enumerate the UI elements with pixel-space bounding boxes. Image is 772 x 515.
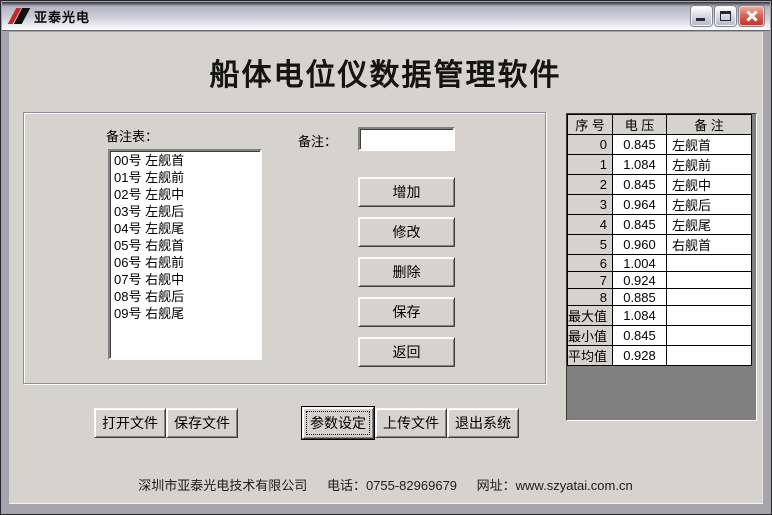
list-item[interactable]: 07号 右舰中 (112, 271, 258, 288)
grid-cell-remark: 左舰中 (667, 175, 752, 195)
grid-cell-index: 最大值 (568, 306, 613, 326)
page-title: 船体电位仪数据管理软件 (9, 50, 762, 94)
grid-cell-remark (667, 346, 752, 366)
list-item[interactable]: 08号 右舰后 (112, 288, 258, 305)
remark-input-label: 备注： (298, 131, 337, 150)
grid-cell-index: 5 (568, 235, 613, 255)
grid-cell-voltage: 0.845 (613, 215, 667, 235)
param-set-button-frame: 参数设定 (301, 406, 375, 440)
grid-row: 5 0.960 右舰首 (568, 235, 752, 255)
remark-input[interactable] (358, 127, 455, 151)
grid-row: 6 1.004 (568, 255, 752, 272)
data-grid-region: 序 号 电 压 备 注 0 0.845 左舰首 1 1.084 左舰前 2 0.… (566, 113, 757, 421)
list-item[interactable]: 01号 左舰前 (112, 169, 258, 186)
param-set-label: 参数设定 (310, 413, 366, 433)
app-window: 亚泰光电 船体电位仪数据管理软件 备注表： 00号 左舰首 01号 左舰前 02… (0, 0, 772, 515)
maximize-button[interactable] (715, 6, 736, 26)
list-item[interactable]: 04号 左舰尾 (112, 220, 258, 237)
titlebar-buttons (691, 6, 764, 26)
grid-cell-index: 6 (568, 255, 613, 272)
grid-row: 1 1.084 左舰前 (568, 155, 752, 175)
grid-cell-remark (667, 272, 752, 289)
column-header-index: 序 号 (568, 115, 613, 135)
grid-cell-voltage: 1.084 (613, 306, 667, 326)
grid-row: 7 0.924 (568, 272, 752, 289)
grid-cell-voltage: 0.885 (613, 289, 667, 306)
list-item[interactable]: 09号 右舰尾 (112, 305, 258, 322)
grid-header-row: 序 号 电 压 备 注 (568, 115, 752, 135)
grid-cell-index: 1 (568, 155, 613, 175)
upload-file-button[interactable]: 上传文件 (375, 408, 447, 438)
modify-button[interactable]: 修改 (358, 217, 455, 247)
delete-button[interactable]: 删除 (358, 257, 455, 287)
footer-company: 深圳市亚泰光电技术有限公司 (138, 478, 307, 493)
grid-cell-remark: 左舰首 (667, 135, 752, 155)
titlebar[interactable]: 亚泰光电 (2, 2, 770, 31)
grid-row-avg: 平均值 0.928 (568, 346, 752, 366)
list-item[interactable]: 02号 左舰中 (112, 186, 258, 203)
grid-cell-voltage: 1.084 (613, 155, 667, 175)
list-item[interactable]: 03号 左舰后 (112, 203, 258, 220)
param-set-button[interactable]: 参数设定 (302, 407, 374, 439)
grid-cell-index: 平均值 (568, 346, 613, 366)
grid-cell-voltage: 0.845 (613, 326, 667, 346)
window-title: 亚泰光电 (34, 7, 90, 26)
remark-listbox[interactable]: 00号 左舰首 01号 左舰前 02号 左舰中 03号 左舰后 04号 左舰尾 … (108, 149, 262, 360)
grid-cell-index: 7 (568, 272, 613, 289)
grid-cell-index: 4 (568, 215, 613, 235)
minimize-icon (696, 18, 705, 21)
grid-row: 2 0.845 左舰中 (568, 175, 752, 195)
footer: 深圳市亚泰光电技术有限公司 电话：0755-82969679 网址：www.sz… (9, 475, 762, 494)
list-item[interactable]: 05号 右舰首 (112, 237, 258, 254)
save-file-button[interactable]: 保存文件 (166, 408, 238, 438)
content-area: 船体电位仪数据管理软件 备注表： 00号 左舰首 01号 左舰前 02号 左舰中… (9, 32, 763, 504)
grid-cell-voltage: 0.964 (613, 195, 667, 215)
grid-cell-index: 8 (568, 289, 613, 306)
grid-cell-remark: 左舰前 (667, 155, 752, 175)
footer-website: 网址：www.szyatai.com.cn (477, 478, 633, 493)
grid-cell-index: 最小值 (568, 326, 613, 346)
grid-row: 0 0.845 左舰首 (568, 135, 752, 155)
list-item[interactable]: 06号 右舰前 (112, 254, 258, 271)
maximize-icon (720, 11, 731, 21)
remark-list-label: 备注表： (106, 126, 158, 145)
remark-groupbox: 备注表： 00号 左舰首 01号 左舰前 02号 左舰中 03号 左舰后 04号… (23, 112, 546, 384)
list-item[interactable]: 00号 左舰首 (112, 152, 258, 169)
grid-cell-voltage: 0.928 (613, 346, 667, 366)
grid-cell-remark: 左舰后 (667, 195, 752, 215)
grid-cell-voltage: 1.004 (613, 255, 667, 272)
grid-cell-remark: 右舰首 (667, 235, 752, 255)
column-header-remark: 备 注 (667, 115, 752, 135)
minimize-button[interactable] (691, 6, 712, 26)
data-grid: 序 号 电 压 备 注 0 0.845 左舰首 1 1.084 左舰前 2 0.… (567, 114, 752, 366)
grid-row: 3 0.964 左舰后 (568, 195, 752, 215)
grid-row-max: 最大值 1.084 (568, 306, 752, 326)
grid-cell-voltage: 0.845 (613, 135, 667, 155)
grid-cell-remark (667, 306, 752, 326)
grid-cell-remark (667, 255, 752, 272)
grid-cell-remark (667, 326, 752, 346)
grid-cell-index: 3 (568, 195, 613, 215)
grid-row-min: 最小值 0.845 (568, 326, 752, 346)
grid-cell-voltage: 0.960 (613, 235, 667, 255)
grid-cell-voltage: 0.845 (613, 175, 667, 195)
exit-system-button[interactable]: 退出系统 (447, 408, 519, 438)
column-header-voltage: 电 压 (613, 115, 667, 135)
grid-row: 8 0.885 (568, 289, 752, 306)
grid-cell-remark: 左舰尾 (667, 215, 752, 235)
app-logo-icon (8, 7, 30, 25)
grid-cell-index: 0 (568, 135, 613, 155)
grid-row: 4 0.845 左舰尾 (568, 215, 752, 235)
back-button[interactable]: 返回 (358, 337, 455, 367)
grid-cell-index: 2 (568, 175, 613, 195)
add-button[interactable]: 增加 (358, 177, 455, 207)
grid-cell-remark (667, 289, 752, 306)
footer-phone: 电话：0755-82969679 (327, 478, 457, 493)
close-button[interactable] (739, 6, 764, 26)
grid-cell-voltage: 0.924 (613, 272, 667, 289)
save-button[interactable]: 保存 (358, 297, 455, 327)
open-file-button[interactable]: 打开文件 (94, 408, 166, 438)
